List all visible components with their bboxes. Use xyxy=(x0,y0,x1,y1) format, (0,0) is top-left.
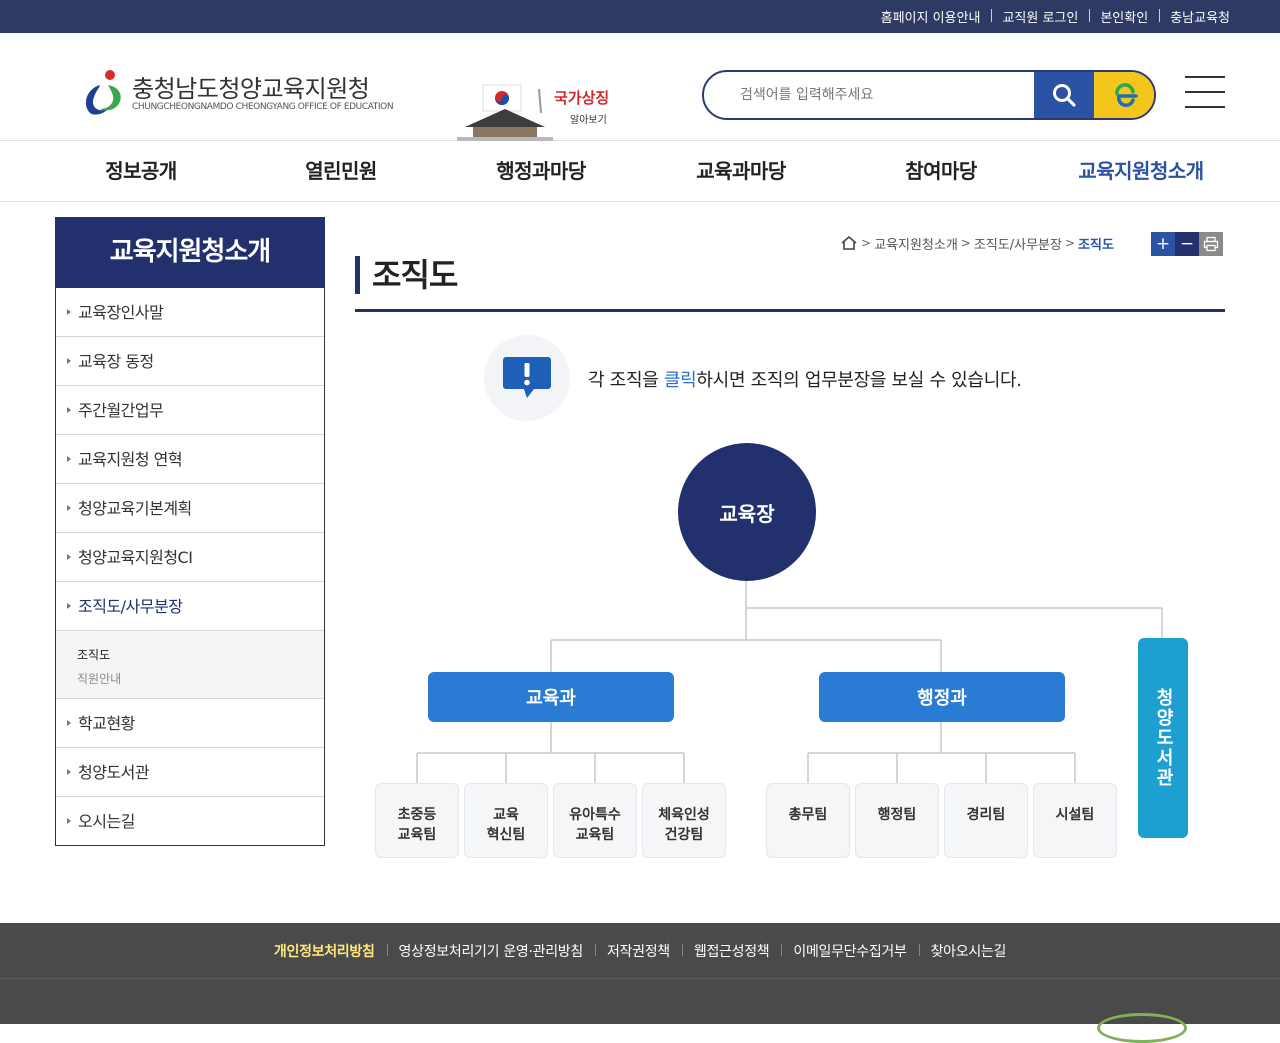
nav-admin-dept[interactable]: 행정과마당 xyxy=(441,141,641,201)
org-node-team[interactable]: 행정팀 xyxy=(855,783,939,858)
breadcrumb-separator: > xyxy=(960,236,971,250)
top-utility-bar: 홈페이지 이용안내 교직원 로그인 본인확인 충남교육청 xyxy=(0,0,1280,33)
footer-link-copyright[interactable]: 저작권정책 xyxy=(594,941,682,961)
search-input[interactable] xyxy=(704,72,1034,118)
org-node-team[interactable]: 초중등 교육팀 xyxy=(375,783,459,858)
national-symbol-banner[interactable]: 국가상징 알아보기 xyxy=(455,79,615,141)
sub-navigation-title: 교육지원청소개 xyxy=(55,217,325,288)
utility-link-guide[interactable]: 홈페이지 이용안내 xyxy=(870,7,992,26)
footer-link-cctv[interactable]: 영상정보처리기기 운영·관리방침 xyxy=(386,941,595,961)
logo-title: 충청남도청양교육지원청 xyxy=(132,75,370,103)
site-logo[interactable]: 충청남도청양교육지원청 CHUNGCHEONGNAMDO CHEONGYANG … xyxy=(80,69,410,117)
footer-link-privacy[interactable]: 개인정보처리방침 xyxy=(262,941,387,961)
lnb-item-greeting[interactable]: 교육장인사말 xyxy=(56,288,324,337)
search-icon xyxy=(1053,84,1076,107)
gwanghwamun-flag-icon xyxy=(457,84,553,141)
e-logo-icon xyxy=(1115,83,1138,107)
exclamation-bubble-icon xyxy=(503,357,551,398)
org-node-team[interactable]: 교육 혁신팀 xyxy=(464,783,548,858)
org-node-library[interactable]: 청양도서관 xyxy=(1138,638,1188,838)
sitemap-menu-button[interactable] xyxy=(1185,76,1225,110)
org-node-team[interactable]: 총무팀 xyxy=(766,783,850,858)
lnb-sub-item-org-chart[interactable]: 조직도 xyxy=(77,643,324,667)
lnb-item-schools[interactable]: 학교현황 xyxy=(56,699,324,748)
logo-mark-icon xyxy=(85,70,121,115)
font-size-tools: + − xyxy=(1151,232,1223,256)
search-box xyxy=(702,70,1156,120)
hamburger-line xyxy=(1185,106,1225,108)
footer-link-directions[interactable]: 찾아오시는길 xyxy=(918,941,1018,961)
org-node-education-division[interactable]: 교육과 xyxy=(428,672,674,722)
nav-open-civil[interactable]: 열린민원 xyxy=(241,141,441,201)
font-increase-button[interactable]: + xyxy=(1151,232,1175,256)
lnb-item-plan[interactable]: 청양교육기본계획 xyxy=(56,484,324,533)
footer: 개인정보처리방침 영상정보처리기기 운영·관리방침 저작권정책 웹접근성정책 이… xyxy=(0,923,1280,1043)
nav-info-disclosure[interactable]: 정보공개 xyxy=(41,141,241,201)
page-title: 조직도 xyxy=(355,256,458,294)
footer-link-accessibility[interactable]: 웹접근성정책 xyxy=(681,941,781,961)
org-node-team[interactable]: 체육인성 건강팀 xyxy=(642,783,726,858)
org-node-team[interactable]: 시설팀 xyxy=(1033,783,1117,858)
nav-about-office[interactable]: 교육지원청소개 xyxy=(1041,141,1241,201)
lnb-sub-item-staff[interactable]: 직원안내 xyxy=(77,667,324,691)
print-icon xyxy=(1203,236,1219,252)
notice-icon-wrap xyxy=(484,335,570,421)
breadcrumb: > 교육지원청소개 > 조직도/사무분장 > 조직도 xyxy=(840,233,1114,253)
notice-text-before: 각 조직을 xyxy=(588,370,664,391)
hamburger-line xyxy=(1185,91,1225,93)
nav-participation[interactable]: 참여마당 xyxy=(841,141,1041,201)
org-node-team[interactable]: 유아특수 교육팀 xyxy=(553,783,637,858)
main-navigation: 정보공개 열린민원 행정과마당 교육과마당 참여마당 교육지원청소개 xyxy=(0,141,1280,202)
footer-links: 개인정보처리방침 영상정보처리기기 운영·관리방침 저작권정책 웹접근성정책 이… xyxy=(0,923,1280,979)
hamburger-icon xyxy=(1185,76,1225,78)
org-node-team[interactable]: 경리팀 xyxy=(944,783,1028,858)
lnb-item-news[interactable]: 교육장 동정 xyxy=(56,337,324,386)
symbol-banner-title: 국가상징 xyxy=(554,89,610,107)
utility-links: 홈페이지 이용안내 교직원 로그인 본인확인 충남교육청 xyxy=(870,0,1230,33)
utility-link-verify[interactable]: 본인확인 xyxy=(1089,7,1159,26)
e-logo-button[interactable] xyxy=(1094,72,1154,118)
lnb-item-history[interactable]: 교육지원청 연혁 xyxy=(56,435,324,484)
notice-text-highlight: 클릭 xyxy=(663,370,697,391)
home-icon[interactable] xyxy=(840,235,858,251)
footer-link-no-email[interactable]: 이메일무단수집거부 xyxy=(781,941,918,961)
notice-text: 각 조직을 클릭하시면 조직의 업무분장을 보실 수 있습니다. xyxy=(588,366,1022,392)
breadcrumb-separator: > xyxy=(861,236,872,250)
breadcrumb-item[interactable]: 조직도/사무분장 xyxy=(974,234,1062,253)
print-button[interactable] xyxy=(1199,232,1223,256)
logo-subtitle: CHUNGCHEONGNAMDO CHEONGYANG OFFICE OF ED… xyxy=(132,102,394,112)
utility-link-staff-login[interactable]: 교직원 로그인 xyxy=(991,7,1089,26)
utility-link-cne[interactable]: 충남교육청 xyxy=(1159,7,1230,26)
lnb-item-organization[interactable]: 조직도/사무분장 xyxy=(56,582,324,631)
nav-edu-dept[interactable]: 교육과마당 xyxy=(641,141,841,201)
title-divider xyxy=(355,309,1225,312)
lnb-item-library[interactable]: 청양도서관 xyxy=(56,748,324,797)
certification-badge-icon xyxy=(1097,1013,1187,1043)
breadcrumb-item[interactable]: 교육지원청소개 xyxy=(874,234,958,253)
notice-text-after: 하시면 조직의 업무분장을 보실 수 있습니다. xyxy=(696,370,1022,391)
search-button[interactable] xyxy=(1034,72,1094,118)
lnb-item-schedule[interactable]: 주간월간업무 xyxy=(56,386,324,435)
org-node-administration-division[interactable]: 행정과 xyxy=(819,672,1065,722)
lnb-submenu: 조직도 직원안내 xyxy=(56,631,324,699)
org-node-library-label: 청양도서관 xyxy=(1153,688,1174,788)
breadcrumb-current: 조직도 xyxy=(1078,237,1114,253)
lnb-item-directions[interactable]: 오시는길 xyxy=(56,797,324,846)
lnb-item-ci[interactable]: 청양교육지원청CI xyxy=(56,533,324,582)
font-decrease-button[interactable]: − xyxy=(1175,232,1199,256)
sub-navigation: 교육지원청소개 교육장인사말 교육장 동정 주간월간업무 교육지원청 연혁 청양… xyxy=(55,217,325,846)
org-node-superintendent[interactable]: 교육장 xyxy=(678,443,816,581)
header: 충청남도청양교육지원청 CHUNGCHEONGNAMDO CHEONGYANG … xyxy=(0,33,1280,141)
symbol-banner-sub: 알아보기 xyxy=(570,115,607,126)
breadcrumb-separator: > xyxy=(1064,236,1076,250)
